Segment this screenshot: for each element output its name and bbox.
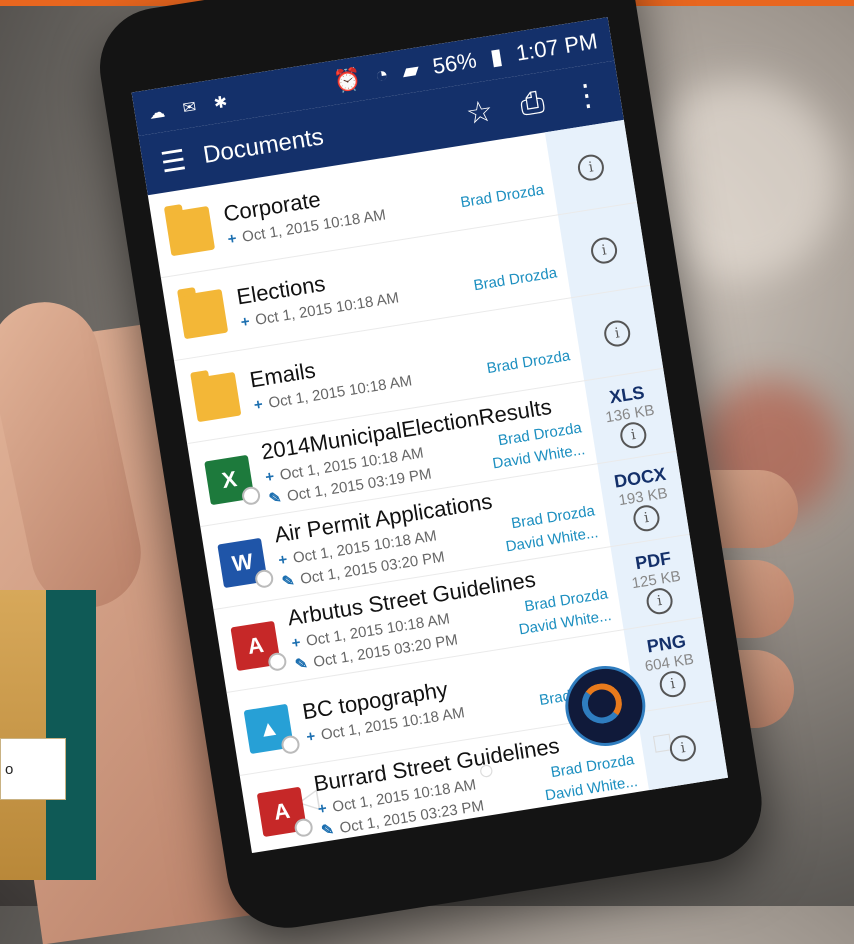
item-details: i — [549, 148, 632, 186]
outlook-icon: ✉ — [181, 98, 198, 118]
item-details: DOCX 193 KB i — [599, 461, 688, 537]
folder-icon — [190, 371, 242, 422]
alarm-icon: ⏰ — [332, 65, 364, 95]
settings-icon: ✱ — [212, 93, 229, 113]
file-type-icon: A — [230, 620, 281, 671]
created-symbol: + — [226, 230, 238, 249]
modified-symbol: ✎ — [280, 572, 296, 591]
created-symbol: + — [277, 551, 289, 570]
created-symbol: + — [239, 312, 251, 332]
info-icon[interactable]: i — [602, 318, 633, 348]
info-icon[interactable]: i — [667, 732, 698, 763]
battery-percent: 56% — [430, 47, 479, 79]
created-symbol: + — [252, 395, 265, 415]
camera-icon[interactable]: ⎙ — [518, 85, 547, 122]
item-details: PDF 125 KB i — [612, 544, 701, 620]
signal-icon: ▰ — [400, 56, 421, 84]
created-symbol: + — [305, 727, 317, 746]
created-symbol: + — [316, 799, 329, 819]
file-type-icon: W — [217, 537, 268, 588]
info-icon[interactable]: i — [575, 152, 606, 182]
info-icon[interactable]: i — [644, 585, 675, 616]
wifi-icon: ◔ — [373, 61, 391, 89]
info-icon[interactable]: i — [589, 235, 619, 265]
menu-icon[interactable]: ☰ — [158, 143, 188, 180]
more-icon[interactable]: ⋮ — [569, 76, 604, 115]
info-icon[interactable]: i — [618, 419, 649, 450]
status-time: 1:07 PM — [514, 28, 600, 66]
created-symbol: + — [264, 468, 276, 487]
battery-icon: ▮ — [488, 43, 505, 70]
folder-icon — [177, 288, 229, 339]
info-icon[interactable]: i — [631, 502, 662, 533]
modified-symbol: ✎ — [267, 489, 283, 508]
cloud-icon: ☁ — [147, 103, 167, 123]
item-details: i — [576, 314, 659, 352]
file-type-icon: ▲ — [243, 703, 294, 754]
created-symbol: + — [290, 633, 302, 653]
item-details: XLS 136 KB i — [586, 378, 675, 454]
document-list: Corporate + Oct 1, 2015 10:18 AM Brad Drozd… — [147, 119, 729, 854]
modified-symbol: ✎ — [320, 821, 336, 840]
side-card-label: o — [0, 738, 66, 800]
info-icon[interactable]: i — [657, 668, 688, 699]
modified-symbol: ✎ — [293, 655, 309, 674]
item-details: i — [562, 231, 645, 269]
side-card-ribbon — [0, 590, 46, 880]
file-type-icon: A — [256, 786, 308, 837]
status-left-icons: ☁ ✉ ✱ — [147, 85, 241, 125]
file-type-icon: X — [204, 454, 255, 505]
star-icon[interactable]: ☆ — [463, 93, 496, 132]
folder-icon — [164, 205, 216, 256]
item-details: i — [641, 729, 724, 767]
side-promo-card: o — [0, 590, 96, 880]
